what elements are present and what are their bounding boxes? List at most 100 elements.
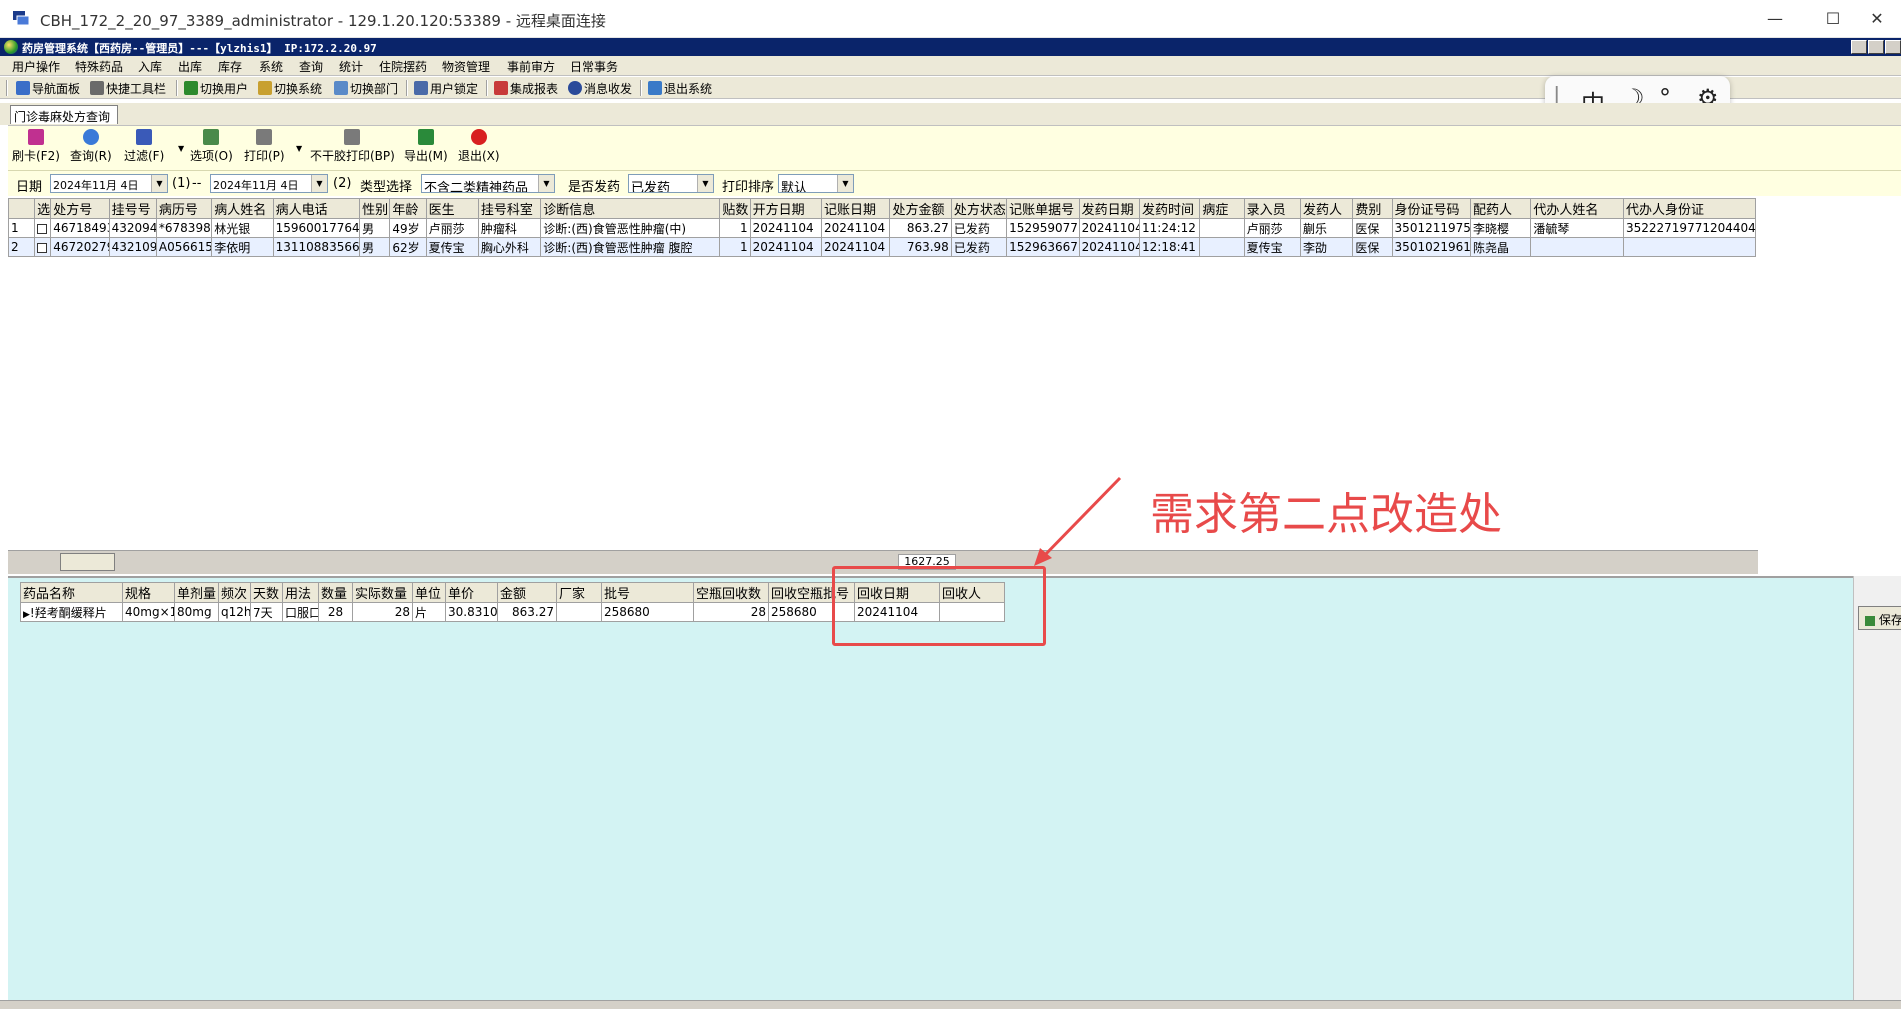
message-button[interactable]: 消息收发 [568,79,632,97]
minimize-button[interactable]: — [1752,4,1798,34]
exit-system-button[interactable]: 退出系统 [648,79,712,97]
column-header[interactable]: 批号 [601,582,694,603]
dispensed-label: 是否发药 [568,180,621,195]
column-header[interactable]: 医生 [425,198,479,219]
column-header[interactable]: 病历号 [155,198,213,219]
column-header[interactable]: 厂家 [556,582,602,603]
navigation-panel-button[interactable]: 导航面板 [16,79,80,97]
scrollbar-thumb[interactable] [60,553,115,571]
menu-user-operations[interactable]: 用户操作 [12,58,60,75]
menu-special-drugs[interactable]: 特殊药品 [75,58,123,75]
exit-button[interactable]: 退出(X) [458,129,500,164]
column-header[interactable]: 处方金额 [889,198,952,219]
quick-toolbar-button[interactable]: 快捷工具栏 [90,79,166,97]
menu-inventory[interactable]: 库存 [218,58,242,75]
column-header[interactable]: 挂号科室 [477,198,542,219]
user-lock-button[interactable]: 用户锁定 [414,79,478,97]
chevron-down-icon[interactable]: ▼ [837,175,853,192]
close-button[interactable]: ✕ [1857,4,1897,34]
column-header[interactable]: 身份证号码 [1391,198,1472,219]
column-header[interactable]: 代办人姓名 [1530,198,1624,219]
chevron-down-icon[interactable]: ▼ [538,175,554,192]
app-minimize-button[interactable] [1851,40,1867,54]
filter-button[interactable]: 过滤(F) [124,129,164,164]
menu-prescription-review[interactable]: 事前审方 [507,58,555,75]
column-header[interactable]: 发药日期 [1078,198,1141,219]
menu-statistics[interactable]: 统计 [339,58,363,75]
select-checkbox[interactable] [37,223,48,234]
column-header[interactable]: 诊断信息 [540,198,721,219]
chevron-down-icon[interactable]: ▼ [311,175,327,192]
select-checkbox[interactable] [37,242,48,253]
menu-daily-affairs[interactable]: 日常事务 [570,58,618,75]
menu-stock-in[interactable]: 入库 [138,58,162,75]
column-header[interactable]: 处方状态 [950,198,1008,219]
filter-dropdown-icon[interactable]: ▼ [178,144,184,153]
menu-stock-out[interactable]: 出库 [178,58,202,75]
column-header[interactable]: 病症 [1199,198,1245,219]
label-print-button[interactable]: 不干胶打印(BP) [310,129,395,164]
dispensed-select[interactable]: 已发药 ▼ [628,174,714,193]
column-header[interactable]: 药品名称 [20,582,123,603]
column-header[interactable]: 记账单据号 [1006,198,1080,219]
column-header[interactable]: 贴数 [719,198,751,219]
app-close-button[interactable] [1885,40,1901,54]
switch-system-button[interactable]: 切换系统 [258,79,322,97]
column-header[interactable]: 发药时间 [1138,198,1201,219]
options-button[interactable]: 选项(O) [190,129,233,164]
column-header[interactable] [7,198,36,219]
table-row[interactable]: 1 46718493 432094 *678398 林光银 1596001776… [7,218,1757,238]
column-header[interactable]: 数量 [318,582,353,603]
column-header[interactable]: 单位 [412,582,446,603]
app-restore-button[interactable] [1868,40,1884,54]
select-checkbox-cell[interactable] [34,218,52,238]
query-button[interactable]: 查询(R) [70,129,112,164]
column-header[interactable]: 选 [34,198,52,219]
column-header[interactable]: 频次 [218,582,251,603]
card-swipe-button[interactable]: 刷卡(F2) [12,129,60,164]
export-button[interactable]: 导出(M) [404,129,448,164]
column-header[interactable]: 挂号号 [108,198,157,219]
column-header[interactable]: 单剂量 [174,582,219,603]
print-dropdown-icon[interactable]: ▼ [296,144,302,153]
sort-select[interactable]: 默认 ▼ [778,174,854,193]
menu-inpatient-dispensing[interactable]: 住院摆药 [379,58,427,75]
type-select[interactable]: 不含二类精神药品 ▼ [421,174,555,193]
print-button[interactable]: 打印(P) [244,129,285,164]
tab-outpatient-narcotic-query[interactable]: 门诊毒麻处方查询 [10,105,118,124]
save-button[interactable]: 保存 [1858,606,1901,630]
column-header[interactable]: 空瓶回收数 [693,582,769,603]
column-header[interactable]: 性别 [359,198,391,219]
switch-department-button[interactable]: 切换部门 [334,79,398,97]
column-header[interactable]: 金额 [497,582,557,603]
table-row[interactable]: 2 46720279 432109 A056615 李依明 1311088356… [7,237,1757,257]
menu-materials[interactable]: 物资管理 [442,58,490,75]
column-header[interactable]: 年龄 [389,198,427,219]
column-header[interactable]: 处方号 [50,198,110,219]
switch-user-button[interactable]: 切换用户 [184,79,248,97]
select-checkbox-cell[interactable] [34,237,52,257]
column-header[interactable]: 录入员 [1243,198,1301,219]
column-header[interactable]: 开方日期 [749,198,823,219]
date-to-picker[interactable]: 2024年11月 4日 ▼ [210,174,328,193]
table-cell: 20241104 [1078,237,1141,257]
chevron-down-icon[interactable]: ▼ [151,175,167,192]
column-header[interactable]: 单价 [445,582,498,603]
date-from-picker[interactable]: 2024年11月 4日 ▼ [50,174,168,193]
chevron-down-icon[interactable]: ▼ [697,175,713,192]
column-header[interactable]: 费别 [1352,198,1393,219]
column-header[interactable]: 病人姓名 [211,198,274,219]
column-header[interactable]: 记账日期 [821,198,891,219]
column-header[interactable]: 规格 [122,582,175,603]
column-header[interactable]: 配药人 [1470,198,1532,219]
report-button[interactable]: 集成报表 [494,79,558,97]
column-header[interactable]: 用法 [282,582,319,603]
column-header[interactable]: 发药人 [1299,198,1354,219]
column-header[interactable]: 实际数量 [352,582,413,603]
column-header[interactable]: 病人电话 [272,198,361,219]
column-header[interactable]: 天数 [250,582,283,603]
maximize-button[interactable]: ☐ [1810,4,1856,34]
menu-query[interactable]: 查询 [299,58,323,75]
column-header[interactable]: 代办人身份证 [1622,198,1757,219]
menu-system[interactable]: 系统 [259,58,283,75]
